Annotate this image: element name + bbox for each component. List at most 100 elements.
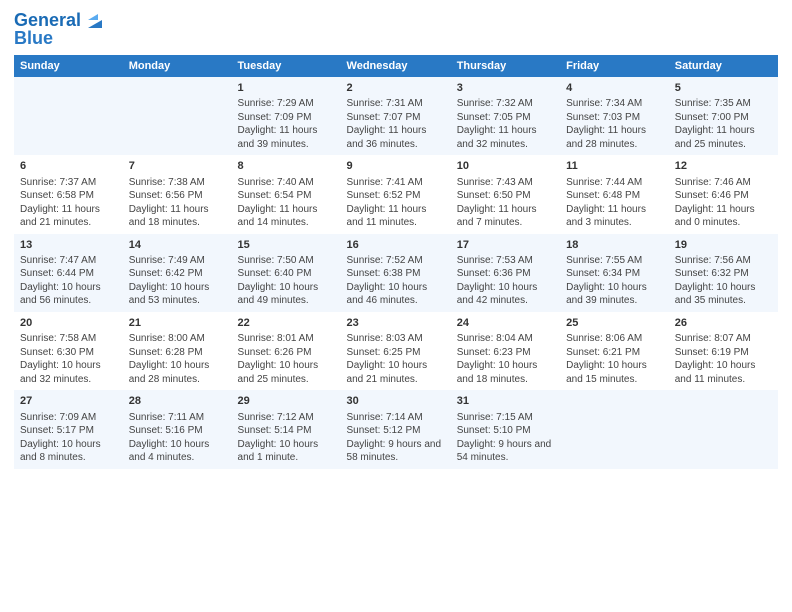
calendar-cell: 23Sunrise: 8:03 AM Sunset: 6:25 PM Dayli…	[341, 312, 451, 390]
day-number: 30	[347, 394, 445, 409]
weekday-header-wednesday: Wednesday	[341, 55, 451, 77]
calendar-body: 1Sunrise: 7:29 AM Sunset: 7:09 PM Daylig…	[14, 77, 778, 469]
day-info: Sunrise: 7:53 AM Sunset: 6:36 PM Dayligh…	[457, 254, 554, 308]
calendar-cell: 7 Sunrise: 7:38 AM Sunset: 6:56 PM Daylig…	[123, 155, 232, 233]
header-row: General Blue	[14, 10, 778, 49]
weekday-header-sunday: Sunday	[14, 55, 123, 77]
calendar-cell: 29 Sunrise: 7:12 AM Sunset: 5:14 PM Dayli…	[232, 390, 341, 468]
day-info: Sunrise: 8:00 AM Sunset: 6:28 PM Dayligh…	[129, 332, 226, 386]
calendar-cell: 6 Sunrise: 7:37 AM Sunset: 6:58 PM Daylig…	[14, 155, 123, 233]
calendar-cell: 30Sunrise: 7:14 AM Sunset: 5:12 PM Dayli…	[341, 390, 451, 468]
calendar-cell: 1Sunrise: 7:29 AM Sunset: 7:09 PM Daylig…	[232, 77, 341, 155]
calendar-cell: 31Sunrise: 7:15 AM Sunset: 5:10 PM Dayli…	[451, 390, 560, 468]
day-info: Sunrise: 7:49 AM Sunset: 6:42 PM Dayligh…	[129, 254, 226, 308]
day-number: 2	[347, 81, 445, 96]
calendar-row: 1Sunrise: 7:29 AM Sunset: 7:09 PM Daylig…	[14, 77, 778, 155]
day-number: 25	[566, 316, 663, 331]
day-info: Sunrise: 8:01 AM Sunset: 6:26 PM Dayligh…	[238, 332, 335, 386]
calendar-cell	[14, 77, 123, 155]
day-number: 22	[238, 316, 335, 331]
calendar-cell	[669, 390, 778, 468]
logo-blue: Blue	[14, 29, 53, 49]
calendar-cell: 17Sunrise: 7:53 AM Sunset: 6:36 PM Dayli…	[451, 234, 560, 312]
day-info: Sunrise: 7:11 AM Sunset: 5:16 PM Dayligh…	[129, 411, 226, 465]
calendar-cell: 8 Sunrise: 7:40 AM Sunset: 6:54 PM Daylig…	[232, 155, 341, 233]
day-info: Sunrise: 8:07 AM Sunset: 6:19 PM Dayligh…	[675, 332, 772, 386]
calendar-cell: 13Sunrise: 7:47 AM Sunset: 6:44 PM Dayli…	[14, 234, 123, 312]
calendar-cell: 27Sunrise: 7:09 AM Sunset: 5:17 PM Dayli…	[14, 390, 123, 468]
day-number: 28	[129, 394, 226, 409]
day-info: Sunrise: 7:12 AM Sunset: 5:14 PM Dayligh…	[238, 411, 335, 465]
day-number: 1	[238, 81, 335, 96]
calendar-cell: 16Sunrise: 7:52 AM Sunset: 6:38 PM Dayli…	[341, 234, 451, 312]
day-info: Sunrise: 7:41 AM Sunset: 6:52 PM Dayligh…	[347, 176, 445, 230]
calendar-cell: 3Sunrise: 7:32 AM Sunset: 7:05 PM Daylig…	[451, 77, 560, 155]
day-number: 13	[20, 238, 117, 253]
day-number: 19	[675, 238, 772, 253]
calendar-header: SundayMondayTuesdayWednesdayThursdayFrid…	[14, 55, 778, 77]
day-info: Sunrise: 7:43 AM Sunset: 6:50 PM Dayligh…	[457, 176, 554, 230]
calendar-row: 20Sunrise: 7:58 AM Sunset: 6:30 PM Dayli…	[14, 312, 778, 390]
day-info: Sunrise: 8:06 AM Sunset: 6:21 PM Dayligh…	[566, 332, 663, 386]
weekday-header-row: SundayMondayTuesdayWednesdayThursdayFrid…	[14, 55, 778, 77]
day-number: 12	[675, 159, 772, 174]
calendar-row: 6 Sunrise: 7:37 AM Sunset: 6:58 PM Daylig…	[14, 155, 778, 233]
day-number: 14	[129, 238, 226, 253]
day-number: 16	[347, 238, 445, 253]
day-info: Sunrise: 7:35 AM Sunset: 7:00 PM Dayligh…	[675, 97, 772, 151]
day-info: Sunrise: 7:50 AM Sunset: 6:40 PM Dayligh…	[238, 254, 335, 308]
day-info: Sunrise: 8:04 AM Sunset: 6:23 PM Dayligh…	[457, 332, 554, 386]
calendar-table: SundayMondayTuesdayWednesdayThursdayFrid…	[14, 55, 778, 469]
calendar-cell: 11Sunrise: 7:44 AM Sunset: 6:48 PM Dayli…	[560, 155, 669, 233]
day-info: Sunrise: 7:37 AM Sunset: 6:58 PM Dayligh…	[20, 176, 117, 230]
day-number: 23	[347, 316, 445, 331]
day-info: Sunrise: 7:29 AM Sunset: 7:09 PM Dayligh…	[238, 97, 335, 151]
calendar-cell	[560, 390, 669, 468]
day-info: Sunrise: 7:56 AM Sunset: 6:32 PM Dayligh…	[675, 254, 772, 308]
calendar-cell: 20Sunrise: 7:58 AM Sunset: 6:30 PM Dayli…	[14, 312, 123, 390]
calendar-cell: 26Sunrise: 8:07 AM Sunset: 6:19 PM Dayli…	[669, 312, 778, 390]
day-info: Sunrise: 7:58 AM Sunset: 6:30 PM Dayligh…	[20, 332, 117, 386]
day-number: 31	[457, 394, 554, 409]
day-number: 26	[675, 316, 772, 331]
day-info: Sunrise: 7:34 AM Sunset: 7:03 PM Dayligh…	[566, 97, 663, 151]
day-number: 24	[457, 316, 554, 331]
day-number: 6	[20, 159, 117, 174]
logo: General Blue	[14, 10, 106, 49]
calendar-cell: 2Sunrise: 7:31 AM Sunset: 7:07 PM Daylig…	[341, 77, 451, 155]
day-info: Sunrise: 7:40 AM Sunset: 6:54 PM Dayligh…	[238, 176, 335, 230]
logo-icon	[84, 10, 106, 32]
calendar-cell: 22Sunrise: 8:01 AM Sunset: 6:26 PM Dayli…	[232, 312, 341, 390]
day-number: 27	[20, 394, 117, 409]
page-container: General Blue SundayMondayTuesdayWednesda…	[0, 0, 792, 477]
day-number: 21	[129, 316, 226, 331]
day-info: Sunrise: 7:31 AM Sunset: 7:07 PM Dayligh…	[347, 97, 445, 151]
calendar-row: 13Sunrise: 7:47 AM Sunset: 6:44 PM Dayli…	[14, 234, 778, 312]
day-number: 8	[238, 159, 335, 174]
calendar-cell: 18Sunrise: 7:55 AM Sunset: 6:34 PM Dayli…	[560, 234, 669, 312]
day-number: 4	[566, 81, 663, 96]
day-info: Sunrise: 7:38 AM Sunset: 6:56 PM Dayligh…	[129, 176, 226, 230]
calendar-cell: 5Sunrise: 7:35 AM Sunset: 7:00 PM Daylig…	[669, 77, 778, 155]
day-number: 5	[675, 81, 772, 96]
day-number: 29	[238, 394, 335, 409]
day-number: 7	[129, 159, 226, 174]
calendar-cell	[123, 77, 232, 155]
day-info: Sunrise: 8:03 AM Sunset: 6:25 PM Dayligh…	[347, 332, 445, 386]
calendar-cell: 21Sunrise: 8:00 AM Sunset: 6:28 PM Dayli…	[123, 312, 232, 390]
calendar-cell: 28 Sunrise: 7:11 AM Sunset: 5:16 PM Dayli…	[123, 390, 232, 468]
calendar-cell: 15Sunrise: 7:50 AM Sunset: 6:40 PM Dayli…	[232, 234, 341, 312]
calendar-cell: 9Sunrise: 7:41 AM Sunset: 6:52 PM Daylig…	[341, 155, 451, 233]
weekday-header-friday: Friday	[560, 55, 669, 77]
calendar-cell: 14Sunrise: 7:49 AM Sunset: 6:42 PM Dayli…	[123, 234, 232, 312]
calendar-row: 27Sunrise: 7:09 AM Sunset: 5:17 PM Dayli…	[14, 390, 778, 468]
calendar-cell: 10Sunrise: 7:43 AM Sunset: 6:50 PM Dayli…	[451, 155, 560, 233]
day-info: Sunrise: 7:47 AM Sunset: 6:44 PM Dayligh…	[20, 254, 117, 308]
day-number: 15	[238, 238, 335, 253]
calendar-cell: 19Sunrise: 7:56 AM Sunset: 6:32 PM Dayli…	[669, 234, 778, 312]
day-number: 20	[20, 316, 117, 331]
weekday-header-saturday: Saturday	[669, 55, 778, 77]
calendar-cell: 24Sunrise: 8:04 AM Sunset: 6:23 PM Dayli…	[451, 312, 560, 390]
day-number: 11	[566, 159, 663, 174]
day-info: Sunrise: 7:52 AM Sunset: 6:38 PM Dayligh…	[347, 254, 445, 308]
